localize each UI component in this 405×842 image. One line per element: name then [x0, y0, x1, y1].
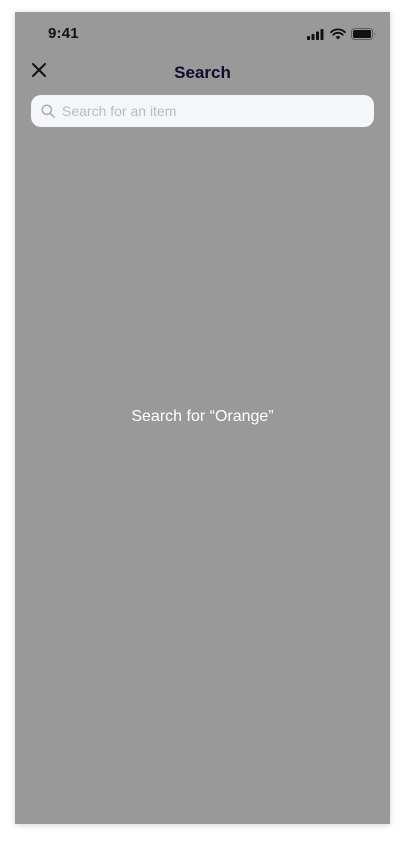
status-icons	[307, 27, 376, 45]
battery-icon	[351, 27, 376, 45]
phone-screen: 9:41 Search Search for an item Search fo…	[15, 12, 390, 824]
status-time: 9:41	[48, 25, 79, 42]
status-bar: 9:41	[15, 12, 390, 56]
signal-icon	[307, 27, 325, 45]
nav-bar: Search	[15, 56, 390, 88]
page: 9:41 Search Search for an item Search fo…	[0, 0, 405, 842]
page-title: Search	[174, 63, 231, 82]
search-bar[interactable]	[31, 95, 374, 127]
search-suggestion[interactable]: Search for “Orange”	[15, 408, 390, 426]
search-icon	[40, 104, 55, 119]
search-input[interactable]	[62, 103, 352, 119]
wifi-icon	[330, 27, 346, 45]
